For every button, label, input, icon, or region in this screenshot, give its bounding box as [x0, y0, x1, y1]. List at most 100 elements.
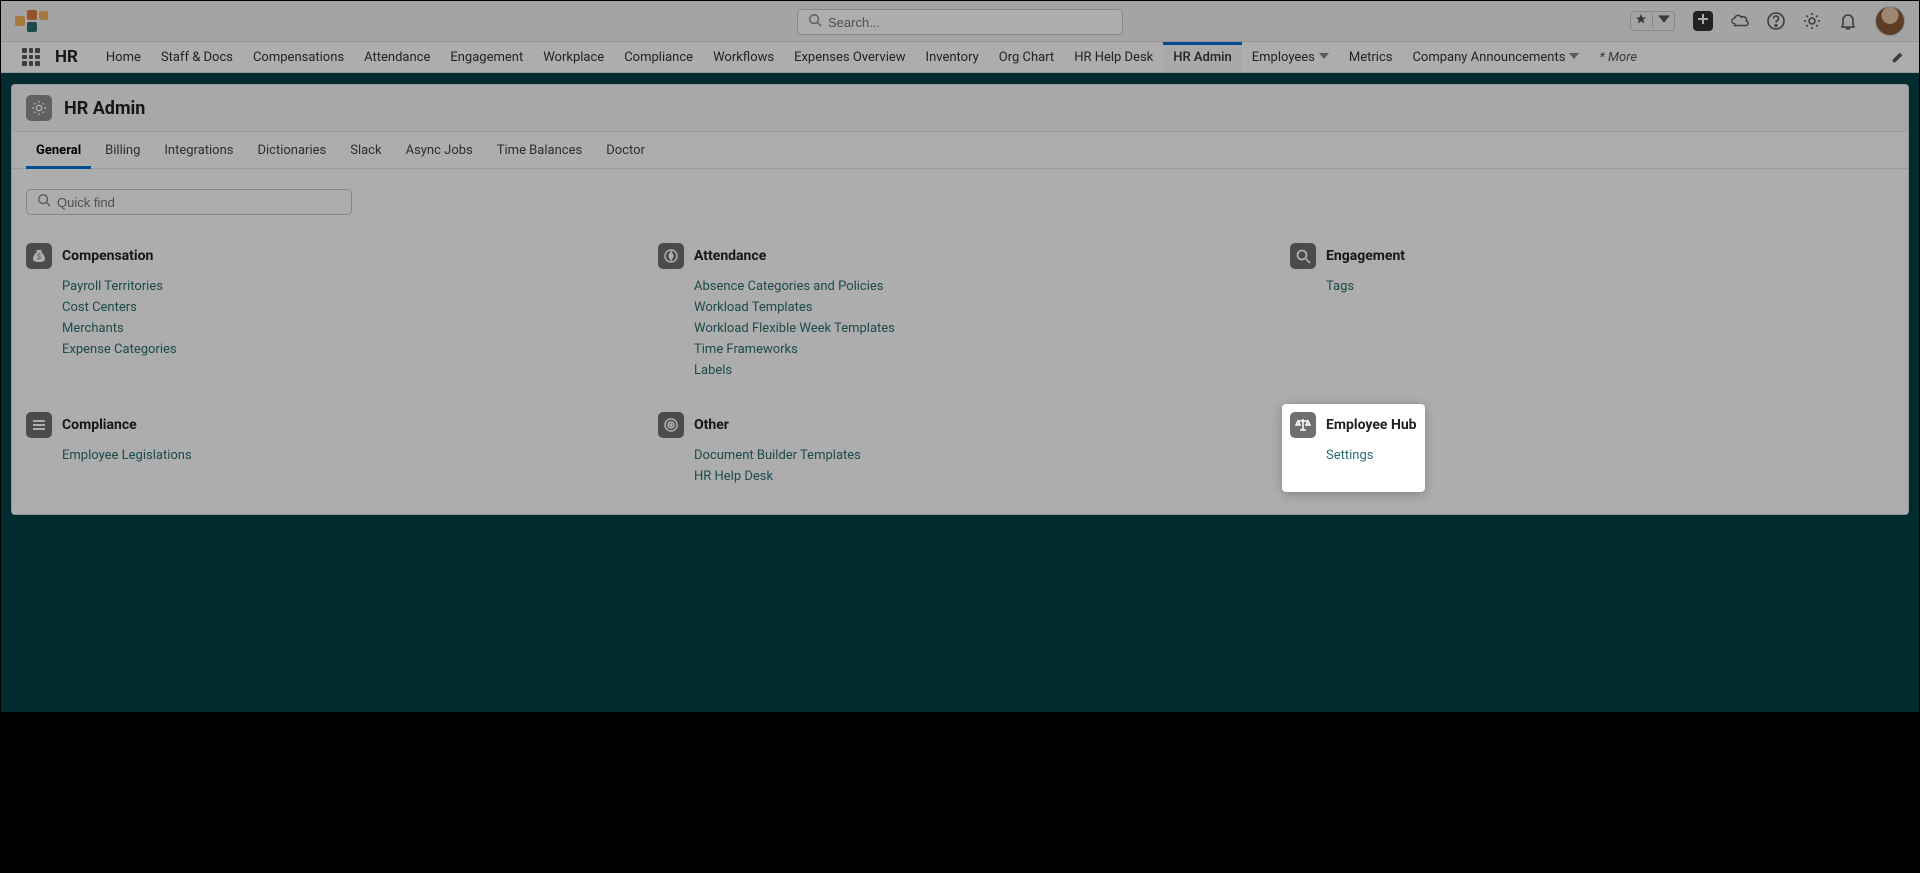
- target-icon: [658, 412, 684, 438]
- nav-item-label: Inventory: [926, 50, 979, 65]
- settings-link-payroll-territories[interactable]: Payroll Territories: [62, 279, 630, 294]
- settings-link-document-builder-templates[interactable]: Document Builder Templates: [694, 448, 1262, 463]
- settings-link-expense-categories[interactable]: Expense Categories: [62, 342, 630, 357]
- notifications-button[interactable]: [1839, 12, 1857, 30]
- tab-slack[interactable]: Slack: [340, 132, 391, 168]
- salesforce-cloud-button[interactable]: [1731, 12, 1749, 30]
- tab-dictionaries[interactable]: Dictionaries: [247, 132, 336, 168]
- admin-panel: HR Admin GeneralBillingIntegrationsDicti…: [11, 84, 1909, 515]
- app-logo: [15, 10, 51, 32]
- quick-find-wrap[interactable]: [26, 189, 352, 215]
- nav-item-label: Company Announcements: [1412, 50, 1565, 65]
- nav-item-label: Compensations: [253, 50, 344, 65]
- svg-text:$: $: [37, 253, 41, 261]
- settings-group-compliance: Compliance Employee Legislations: [26, 412, 630, 484]
- nav-item-label: Home: [106, 50, 141, 65]
- nav-item-company-announcements[interactable]: Company Announcements: [1402, 42, 1589, 72]
- settings-link-employee-legislations[interactable]: Employee Legislations: [62, 448, 630, 463]
- nav-item-hr-admin[interactable]: HR Admin: [1163, 42, 1241, 72]
- caret-down-icon: [1658, 13, 1670, 29]
- nav-item-staff-docs[interactable]: Staff & Docs: [151, 42, 243, 72]
- chevron-down-icon: [1315, 50, 1329, 65]
- nav-item-label: Attendance: [364, 50, 430, 65]
- edit-nav-button[interactable]: [1891, 42, 1905, 72]
- tab-billing[interactable]: Billing: [95, 132, 150, 168]
- chevron-down-icon: [1565, 50, 1579, 65]
- settings-group-title: Attendance: [694, 248, 766, 264]
- nav-item-workplace[interactable]: Workplace: [533, 42, 614, 72]
- search-icon: [808, 13, 822, 31]
- panel-tabs: GeneralBillingIntegrationsDictionariesSl…: [12, 132, 1908, 169]
- settings-group-employee-hub: Employee Hub Settings: [1282, 404, 1425, 492]
- nav-item-label: Workplace: [543, 50, 604, 65]
- nav-item-org-chart[interactable]: Org Chart: [989, 42, 1064, 72]
- settings-link-merchants[interactable]: Merchants: [62, 321, 630, 336]
- scales-icon: [1290, 412, 1316, 438]
- magnifier-icon: [1290, 243, 1316, 269]
- bars-icon: [26, 412, 52, 438]
- favorites-button[interactable]: [1630, 11, 1675, 31]
- nav-item-attendance[interactable]: Attendance: [354, 42, 440, 72]
- waffle-icon: [22, 48, 40, 66]
- settings-link-absence-categories-and-policies[interactable]: Absence Categories and Policies: [694, 279, 1262, 294]
- settings-group-other: Other Document Builder Templates HR Help D…: [658, 412, 1262, 484]
- tab-time-balances[interactable]: Time Balances: [487, 132, 592, 168]
- settings-group-title: Compliance: [62, 417, 137, 433]
- settings-group-attendance: Attendance Absence Categories and Policie…: [658, 243, 1262, 378]
- settings-link-tags[interactable]: Tags: [1326, 279, 1894, 294]
- nav-item-label: Org Chart: [999, 50, 1054, 65]
- tab-async-jobs[interactable]: Async Jobs: [396, 132, 483, 168]
- settings-link-time-frameworks[interactable]: Time Frameworks: [694, 342, 1262, 357]
- nav-item-employees[interactable]: Employees: [1242, 42, 1339, 72]
- global-search[interactable]: [797, 9, 1123, 35]
- settings-link-workload-flexible-week-templates[interactable]: Workload Flexible Week Templates: [694, 321, 1262, 336]
- nav-more-label: * More: [1599, 50, 1637, 65]
- quick-find-input[interactable]: [57, 195, 341, 210]
- panel-header: HR Admin: [12, 85, 1908, 132]
- settings-group-title: Engagement: [1326, 248, 1405, 264]
- nav-item-workflows[interactable]: Workflows: [703, 42, 784, 72]
- help-button[interactable]: [1767, 12, 1785, 30]
- global-header: [1, 1, 1919, 41]
- global-search-input[interactable]: [828, 15, 1112, 30]
- money-bag-icon: $: [26, 243, 52, 269]
- nav-item-label: Engagement: [450, 50, 523, 65]
- settings-group-compensation: $CompensationPayroll TerritoriesCost Cen…: [26, 243, 630, 378]
- settings-link-cost-centers[interactable]: Cost Centers: [62, 300, 630, 315]
- tab-doctor[interactable]: Doctor: [596, 132, 655, 168]
- nav-item-engagement[interactable]: Engagement: [440, 42, 533, 72]
- nav-item-label: Employees: [1252, 50, 1315, 65]
- app-nav: HR HomeStaff & DocsCompensationsAttendan…: [1, 41, 1919, 73]
- search-icon: [37, 193, 51, 211]
- tab-general[interactable]: General: [26, 132, 91, 168]
- nav-item-metrics[interactable]: Metrics: [1339, 42, 1403, 72]
- settings-group-title: Employee Hub: [1326, 417, 1417, 433]
- nav-item-label: Metrics: [1349, 50, 1393, 65]
- settings-link-settings[interactable]: Settings: [1326, 448, 1417, 463]
- nav-item-label: HR Help Desk: [1074, 50, 1153, 65]
- panel-title: HR Admin: [64, 98, 145, 119]
- nav-item-expenses-overview[interactable]: Expenses Overview: [784, 42, 915, 72]
- gear-icon: [26, 95, 52, 121]
- tab-integrations[interactable]: Integrations: [154, 132, 243, 168]
- settings-link-hr-help-desk[interactable]: HR Help Desk: [694, 469, 1262, 484]
- nav-more-button[interactable]: * More: [1589, 42, 1651, 72]
- nav-item-label: Workflows: [713, 50, 774, 65]
- user-avatar[interactable]: [1875, 6, 1905, 36]
- nav-item-inventory[interactable]: Inventory: [916, 42, 989, 72]
- plus-icon: [1697, 13, 1709, 29]
- global-add-button[interactable]: [1693, 11, 1713, 31]
- nav-item-label: HR Admin: [1173, 50, 1231, 65]
- settings-group-title: Other: [694, 417, 729, 433]
- nav-item-label: Staff & Docs: [161, 50, 233, 65]
- settings-group-engagement: Engagement Tags: [1290, 243, 1894, 378]
- nav-item-compliance[interactable]: Compliance: [614, 42, 703, 72]
- setup-gear-button[interactable]: [1803, 12, 1821, 30]
- settings-link-labels[interactable]: Labels: [694, 363, 1262, 378]
- nav-item-hr-help-desk[interactable]: HR Help Desk: [1064, 42, 1163, 72]
- nav-item-home[interactable]: Home: [96, 42, 151, 72]
- settings-link-workload-templates[interactable]: Workload Templates: [694, 300, 1262, 315]
- nav-item-label: Compliance: [624, 50, 693, 65]
- nav-item-compensations[interactable]: Compensations: [243, 42, 354, 72]
- app-launcher-button[interactable]: [19, 42, 43, 72]
